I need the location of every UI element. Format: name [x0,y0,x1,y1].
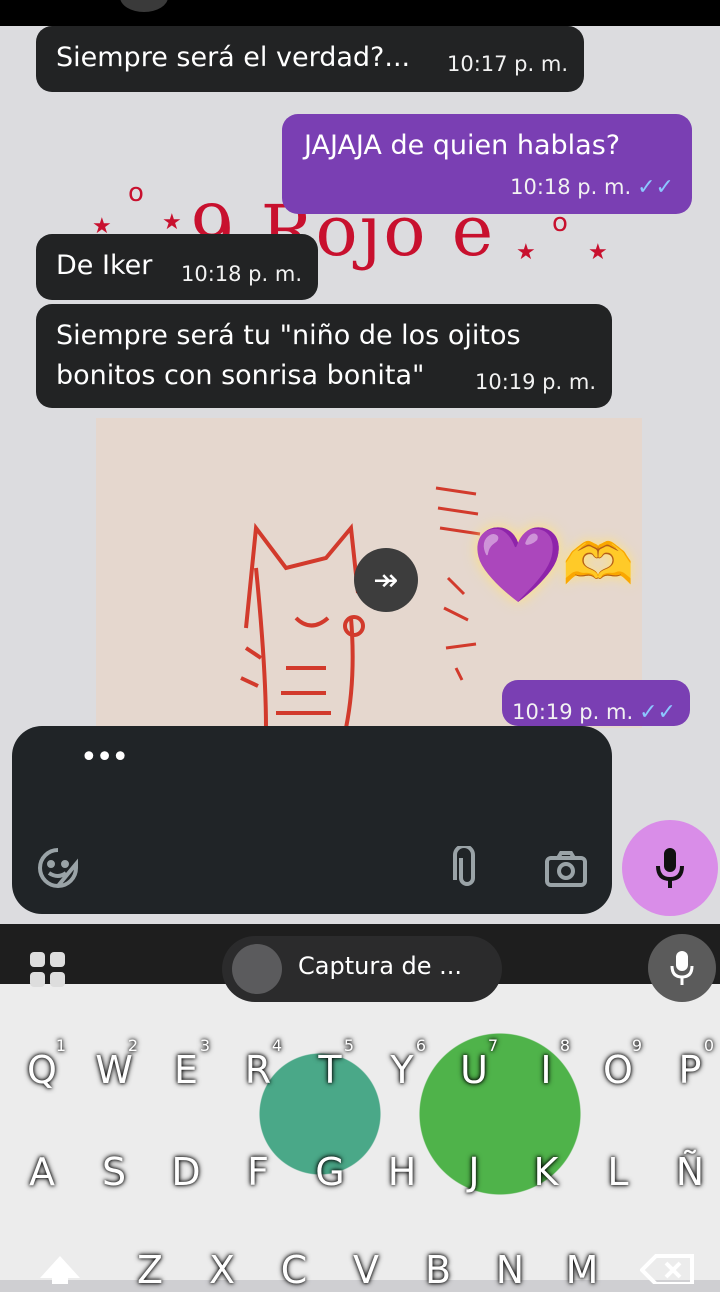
key-number-hint: 5 [343,1036,354,1055]
forward-icon: ↠ [373,562,399,598]
key-8[interactable]: O9 [588,1036,648,1092]
key-number-hint: 0 [703,1036,714,1055]
clipboard-suggestion-chip[interactable]: Captura de ... [222,936,502,1002]
key-number-hint: 6 [415,1036,426,1055]
key-4[interactable]: T5 [300,1036,360,1092]
key-2[interactable]: C [264,1248,324,1292]
read-receipt-icon: ✓✓ [639,700,676,725]
key-0[interactable]: A [12,1150,72,1194]
key-6[interactable]: U7 [444,1036,504,1092]
message-time: 10:18 p. m. [510,175,632,199]
key-4[interactable]: B [408,1248,468,1292]
apps-grid-icon[interactable] [28,950,68,994]
key-label: Q [27,1048,57,1092]
message-time-row: 10:18 p. m. ✓✓ [510,167,674,208]
mic-icon [656,848,684,888]
forward-button[interactable]: ↠ [354,548,418,612]
key-5[interactable]: N [480,1248,540,1292]
key-number-hint: 2 [127,1036,138,1055]
key-5[interactable]: Y6 [372,1036,432,1092]
key-2[interactable]: D [156,1150,216,1194]
wallpaper-decoration: ★ [162,210,182,235]
typing-indicator: ••• [80,740,129,775]
key-label: E [173,1048,198,1092]
key-label: P [678,1048,702,1092]
wallpaper-decoration: o [128,178,144,208]
message-time-row: 10:19 p. m. ✓✓ [512,692,676,726]
key-4[interactable]: G [300,1150,360,1194]
key-1[interactable]: S [84,1150,144,1194]
heart-hands-emoji: 🫶 [562,530,635,598]
key-0[interactable]: Z [120,1248,180,1292]
key-3[interactable]: F [228,1150,288,1194]
key-7[interactable]: K [516,1150,576,1194]
key-label: U [460,1048,488,1092]
voice-record-button[interactable] [622,820,718,916]
key-label: O [603,1048,633,1092]
message-time: 10:18 p. m. [180,262,302,286]
screenshot-thumbnail [232,944,282,994]
suggestion-label: Captura de ... [298,952,463,980]
message-text: JAJAJA de quien hablas? [304,130,621,161]
avatar[interactable] [120,0,168,12]
message-bubble-incoming[interactable]: Siempre será el verdad?... 10:17 p. m. [36,26,584,92]
keyboard-voice-button[interactable] [648,934,716,1002]
backspace-key[interactable] [639,1254,694,1288]
key-1[interactable]: W2 [84,1036,144,1092]
key-1[interactable]: X [192,1248,252,1292]
key-2[interactable]: E3 [156,1036,216,1092]
camera-icon[interactable] [544,850,588,892]
sticker-icon[interactable] [36,846,80,894]
key-number-hint: 9 [631,1036,642,1055]
key-3[interactable]: R4 [228,1036,288,1092]
key-6[interactable]: J [444,1150,504,1194]
message-bubble-outgoing[interactable]: 10:19 p. m. ✓✓ [502,680,690,726]
key-5[interactable]: H [372,1150,432,1194]
shift-key[interactable] [38,1254,82,1288]
key-number-hint: 8 [559,1036,570,1055]
key-number-hint: 3 [199,1036,210,1055]
message-time: 10:19 p. m. [512,700,634,724]
key-0[interactable]: Q1 [12,1036,72,1092]
read-receipt-icon: ✓✓ [637,175,674,200]
message-time: 10:19 p. m. [474,370,596,394]
attach-icon[interactable] [450,844,484,894]
key-number-hint: 7 [487,1036,498,1055]
key-label: Y [390,1048,414,1092]
message-bubble-incoming[interactable]: Siempre será tu "niño de los ojitos boni… [36,304,612,408]
wallpaper-decoration: ★ [516,240,536,265]
key-label: R [244,1048,272,1092]
purple-heart-emoji: 💜 [472,522,565,608]
key-8[interactable]: L [588,1150,648,1194]
key-7[interactable]: I8 [516,1036,576,1092]
key-number-hint: 1 [55,1036,66,1055]
key-9[interactable]: P0 [660,1036,720,1092]
key-6[interactable]: M [552,1248,612,1292]
message-text-line: Siempre será tu "niño de los ojitos [56,320,521,351]
wallpaper-decoration: ★ [588,240,608,265]
mic-icon [670,951,694,985]
key-3[interactable]: V [336,1248,396,1292]
message-bubble-outgoing[interactable]: JAJAJA de quien hablas? 10:18 p. m. ✓✓ [282,114,692,214]
key-9[interactable]: Ñ [660,1150,720,1194]
key-label: I [540,1048,552,1092]
message-bubble-incoming[interactable]: De Iker 10:18 p. m. [36,234,318,300]
message-time: 10:17 p. m. [446,52,568,76]
key-label: T [318,1048,342,1092]
status-bar [0,0,720,26]
key-number-hint: 4 [271,1036,282,1055]
